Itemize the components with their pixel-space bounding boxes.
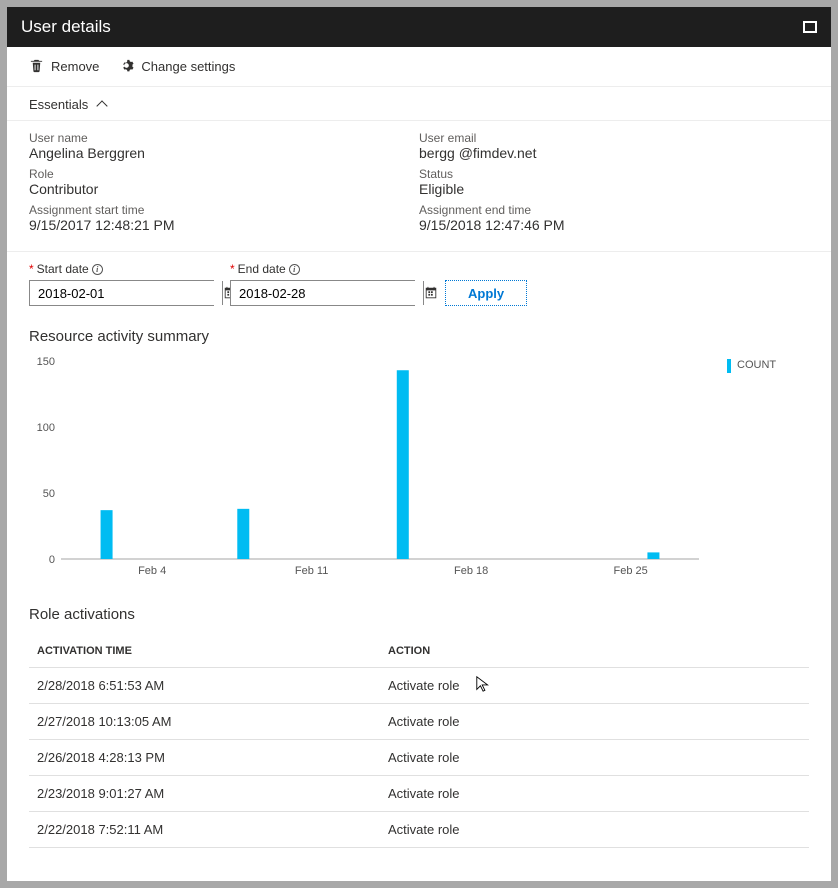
remove-button[interactable]: Remove bbox=[29, 58, 99, 76]
essentials-toggle[interactable]: Essentials bbox=[7, 87, 831, 121]
cell-activation-time: 2/22/2018 7:52:11 AM bbox=[29, 812, 380, 848]
required-indicator: * bbox=[29, 262, 34, 276]
essentials-label: Essentials bbox=[29, 97, 88, 112]
start-date-label: Start date bbox=[37, 262, 89, 276]
maximize-icon[interactable] bbox=[803, 21, 817, 33]
chart-legend: COUNT bbox=[727, 359, 809, 584]
change-settings-label: Change settings bbox=[141, 59, 235, 74]
table-row[interactable]: 2/22/2018 7:52:11 AMActivate role bbox=[29, 812, 809, 848]
toolbar: Remove Change settings bbox=[7, 47, 831, 87]
apply-button[interactable]: Apply bbox=[445, 280, 527, 306]
role-activations-table: ACTIVATION TIME ACTION 2/28/2018 6:51:53… bbox=[29, 635, 809, 848]
end-date-label: End date bbox=[238, 262, 286, 276]
window: User details Remove Change settings Esse… bbox=[7, 7, 831, 881]
essentials-panel: User name Angelina Berggren Role Contrib… bbox=[7, 121, 831, 252]
role-value: Contributor bbox=[29, 181, 419, 197]
col-activation-time[interactable]: ACTIVATION TIME bbox=[29, 635, 380, 668]
end-date-input[interactable] bbox=[231, 281, 423, 305]
legend-label: COUNT bbox=[737, 359, 776, 371]
info-icon[interactable]: i bbox=[289, 264, 300, 275]
date-filters: * Start date i * End date i bbox=[7, 252, 831, 306]
svg-text:0: 0 bbox=[49, 554, 55, 566]
cell-activation-time: 2/23/2018 9:01:27 AM bbox=[29, 776, 380, 812]
svg-text:Feb 25: Feb 25 bbox=[614, 565, 648, 577]
start-date-group: * Start date i bbox=[29, 262, 214, 306]
activity-summary-title: Resource activity summary bbox=[7, 306, 831, 351]
table-row[interactable]: 2/27/2018 10:13:05 AMActivate role bbox=[29, 704, 809, 740]
col-action[interactable]: ACTION bbox=[380, 635, 809, 668]
table-row[interactable]: 2/26/2018 4:28:13 PMActivate role bbox=[29, 740, 809, 776]
titlebar-actions bbox=[803, 21, 817, 33]
legend-swatch bbox=[727, 359, 731, 373]
info-icon[interactable]: i bbox=[92, 264, 103, 275]
cell-activation-time: 2/26/2018 4:28:13 PM bbox=[29, 740, 380, 776]
window-title: User details bbox=[21, 17, 111, 37]
user-name-value: Angelina Berggren bbox=[29, 145, 419, 161]
required-indicator: * bbox=[230, 262, 235, 276]
assignment-start-label: Assignment start time bbox=[29, 203, 419, 217]
activity-bar-chart: 0 50 100 150 Feb 4 Feb 11 Feb 18 Feb 25 bbox=[29, 351, 709, 581]
svg-text:Feb 11: Feb 11 bbox=[295, 565, 328, 577]
titlebar: User details bbox=[7, 7, 831, 47]
role-label: Role bbox=[29, 167, 419, 181]
svg-text:Feb 18: Feb 18 bbox=[454, 565, 488, 577]
cell-action: Activate role bbox=[380, 740, 809, 776]
gear-icon bbox=[119, 58, 134, 76]
end-date-group: * End date i bbox=[230, 262, 415, 306]
role-activations-title: Role activations bbox=[7, 584, 831, 629]
end-date-calendar-button[interactable] bbox=[423, 281, 438, 305]
cell-action: Activate role bbox=[380, 776, 809, 812]
assignment-end-label: Assignment end time bbox=[419, 203, 809, 217]
svg-text:Feb 4: Feb 4 bbox=[138, 565, 166, 577]
assignment-start-value: 9/15/2017 12:48:21 PM bbox=[29, 217, 419, 233]
cell-action: Activate role bbox=[380, 704, 809, 740]
remove-label: Remove bbox=[51, 59, 99, 74]
user-email-value: bergg @fimdev.net bbox=[419, 145, 809, 161]
start-date-input[interactable] bbox=[30, 281, 222, 305]
user-email-label: User email bbox=[419, 131, 809, 145]
trash-icon bbox=[29, 58, 44, 76]
cell-action: Activate role bbox=[380, 668, 809, 704]
table-row[interactable]: 2/28/2018 6:51:53 AMActivate role bbox=[29, 668, 809, 704]
change-settings-button[interactable]: Change settings bbox=[119, 58, 235, 76]
table-row[interactable]: 2/23/2018 9:01:27 AMActivate role bbox=[29, 776, 809, 812]
user-name-label: User name bbox=[29, 131, 419, 145]
status-value: Eligible bbox=[419, 181, 809, 197]
chart-area: 0 50 100 150 Feb 4 Feb 11 Feb 18 Feb 25 COUNT bbox=[7, 351, 831, 584]
status-label: Status bbox=[419, 167, 809, 181]
cell-activation-time: 2/27/2018 10:13:05 AM bbox=[29, 704, 380, 740]
chevron-up-icon bbox=[97, 100, 108, 111]
calendar-icon bbox=[424, 286, 438, 300]
cell-activation-time: 2/28/2018 6:51:53 AM bbox=[29, 668, 380, 704]
cell-action: Activate role bbox=[380, 812, 809, 848]
svg-text:100: 100 bbox=[37, 422, 55, 434]
assignment-end-value: 9/15/2018 12:47:46 PM bbox=[419, 217, 809, 233]
svg-text:150: 150 bbox=[37, 356, 55, 368]
svg-text:50: 50 bbox=[43, 488, 55, 500]
